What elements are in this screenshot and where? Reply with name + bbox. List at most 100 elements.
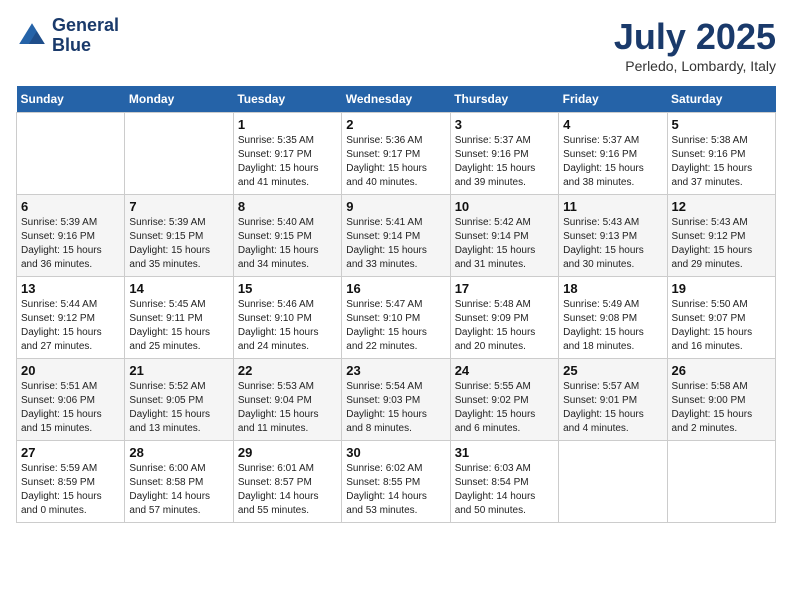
logo: General Blue bbox=[16, 16, 119, 56]
day-number: 31 bbox=[455, 445, 554, 460]
day-number: 14 bbox=[129, 281, 228, 296]
day-number: 28 bbox=[129, 445, 228, 460]
calendar-cell: 10Sunrise: 5:42 AM Sunset: 9:14 PM Dayli… bbox=[450, 195, 558, 277]
calendar-cell: 18Sunrise: 5:49 AM Sunset: 9:08 PM Dayli… bbox=[559, 277, 667, 359]
column-header-wednesday: Wednesday bbox=[342, 86, 450, 113]
day-number: 27 bbox=[21, 445, 120, 460]
week-row-5: 27 Sunrise: 5:59 AM Sunset: 8:59 PM Dayli… bbox=[17, 441, 776, 523]
day-info: Sunrise: 5:52 AM Sunset: 9:05 PM Dayligh… bbox=[129, 380, 228, 436]
day-number: 9 bbox=[346, 199, 445, 214]
calendar-cell: 14 Sunrise: 5:45 AM Sunset: 9:11 PM Dayli… bbox=[125, 277, 233, 359]
calendar-cell: 16 Sunrise: 5:47 AM Sunset: 9:10 PM Dayli… bbox=[342, 277, 450, 359]
day-number: 16 bbox=[346, 281, 445, 296]
calendar-cell: 23Sunrise: 5:54 AM Sunset: 9:03 PM Dayli… bbox=[342, 359, 450, 441]
day-number: 22 bbox=[238, 363, 337, 378]
month-title: July 2025 bbox=[614, 16, 776, 58]
day-number: 29 bbox=[238, 445, 337, 460]
day-number: 11 bbox=[563, 199, 662, 214]
column-header-tuesday: Tuesday bbox=[233, 86, 341, 113]
calendar-cell: 27 Sunrise: 5:59 AM Sunset: 8:59 PM Dayli… bbox=[17, 441, 125, 523]
calendar-cell: 17Sunrise: 5:48 AM Sunset: 9:09 PM Dayli… bbox=[450, 277, 558, 359]
calendar-cell bbox=[125, 113, 233, 195]
calendar-cell: 13Sunrise: 5:44 AM Sunset: 9:12 PM Dayli… bbox=[17, 277, 125, 359]
day-info: Sunrise: 5:38 AM Sunset: 9:16 PM Dayligh… bbox=[672, 134, 771, 190]
day-info: Sunrise: 5:50 AM Sunset: 9:07 PM Dayligh… bbox=[672, 298, 771, 354]
day-info: Sunrise: 5:45 AM Sunset: 9:11 PM Dayligh… bbox=[129, 298, 228, 354]
day-info: Sunrise: 5:58 AM Sunset: 9:00 PM Dayligh… bbox=[672, 380, 771, 436]
calendar-table: SundayMondayTuesdayWednesdayThursdayFrid… bbox=[16, 86, 776, 523]
week-row-1: 1 Sunrise: 5:35 AM Sunset: 9:17 PM Daylig… bbox=[17, 113, 776, 195]
day-info: Sunrise: 5:59 AM Sunset: 8:59 PM Dayligh… bbox=[21, 462, 120, 518]
day-number: 15 bbox=[238, 281, 337, 296]
calendar-cell: 29 Sunrise: 6:01 AM Sunset: 8:57 PM Dayli… bbox=[233, 441, 341, 523]
day-info: Sunrise: 5:35 AM Sunset: 9:17 PM Dayligh… bbox=[238, 134, 337, 190]
calendar-cell bbox=[17, 113, 125, 195]
day-number: 1 bbox=[238, 117, 337, 132]
week-row-4: 20Sunrise: 5:51 AM Sunset: 9:06 PM Dayli… bbox=[17, 359, 776, 441]
day-info: Sunrise: 5:51 AM Sunset: 9:06 PM Dayligh… bbox=[21, 380, 120, 436]
calendar-cell: 21 Sunrise: 5:52 AM Sunset: 9:05 PM Dayli… bbox=[125, 359, 233, 441]
day-number: 10 bbox=[455, 199, 554, 214]
calendar-cell: 26 Sunrise: 5:58 AM Sunset: 9:00 PM Dayli… bbox=[667, 359, 775, 441]
title-block: July 2025 Perledo, Lombardy, Italy bbox=[614, 16, 776, 74]
calendar-cell: 28 Sunrise: 6:00 AM Sunset: 8:58 PM Dayli… bbox=[125, 441, 233, 523]
day-number: 26 bbox=[672, 363, 771, 378]
calendar-cell: 11 Sunrise: 5:43 AM Sunset: 9:13 PM Dayli… bbox=[559, 195, 667, 277]
column-header-sunday: Sunday bbox=[17, 86, 125, 113]
calendar-cell: 31 Sunrise: 6:03 AM Sunset: 8:54 PM Dayli… bbox=[450, 441, 558, 523]
column-header-monday: Monday bbox=[125, 86, 233, 113]
week-row-2: 6 Sunrise: 5:39 AM Sunset: 9:16 PM Daylig… bbox=[17, 195, 776, 277]
calendar-cell: 30Sunrise: 6:02 AM Sunset: 8:55 PM Dayli… bbox=[342, 441, 450, 523]
week-row-3: 13Sunrise: 5:44 AM Sunset: 9:12 PM Dayli… bbox=[17, 277, 776, 359]
day-number: 4 bbox=[563, 117, 662, 132]
day-info: Sunrise: 5:39 AM Sunset: 9:15 PM Dayligh… bbox=[129, 216, 228, 272]
day-number: 12 bbox=[672, 199, 771, 214]
day-number: 30 bbox=[346, 445, 445, 460]
day-info: Sunrise: 5:37 AM Sunset: 9:16 PM Dayligh… bbox=[455, 134, 554, 190]
day-info: Sunrise: 6:01 AM Sunset: 8:57 PM Dayligh… bbox=[238, 462, 337, 518]
column-header-thursday: Thursday bbox=[450, 86, 558, 113]
calendar-cell: 7 Sunrise: 5:39 AM Sunset: 9:15 PM Daylig… bbox=[125, 195, 233, 277]
column-header-saturday: Saturday bbox=[667, 86, 775, 113]
day-number: 19 bbox=[672, 281, 771, 296]
day-number: 6 bbox=[21, 199, 120, 214]
calendar-cell: 24 Sunrise: 5:55 AM Sunset: 9:02 PM Dayli… bbox=[450, 359, 558, 441]
day-info: Sunrise: 5:57 AM Sunset: 9:01 PM Dayligh… bbox=[563, 380, 662, 436]
calendar-cell bbox=[559, 441, 667, 523]
day-info: Sunrise: 5:55 AM Sunset: 9:02 PM Dayligh… bbox=[455, 380, 554, 436]
day-number: 7 bbox=[129, 199, 228, 214]
day-info: Sunrise: 5:53 AM Sunset: 9:04 PM Dayligh… bbox=[238, 380, 337, 436]
day-info: Sunrise: 6:03 AM Sunset: 8:54 PM Dayligh… bbox=[455, 462, 554, 518]
column-header-friday: Friday bbox=[559, 86, 667, 113]
day-number: 24 bbox=[455, 363, 554, 378]
day-info: Sunrise: 5:36 AM Sunset: 9:17 PM Dayligh… bbox=[346, 134, 445, 190]
page-header: General Blue July 2025 Perledo, Lombardy… bbox=[16, 16, 776, 74]
day-number: 2 bbox=[346, 117, 445, 132]
day-number: 13 bbox=[21, 281, 120, 296]
calendar-cell: 12Sunrise: 5:43 AM Sunset: 9:12 PM Dayli… bbox=[667, 195, 775, 277]
day-number: 5 bbox=[672, 117, 771, 132]
day-info: Sunrise: 5:47 AM Sunset: 9:10 PM Dayligh… bbox=[346, 298, 445, 354]
logo-line1: General bbox=[52, 16, 119, 36]
calendar-cell: 4 Sunrise: 5:37 AM Sunset: 9:16 PM Daylig… bbox=[559, 113, 667, 195]
logo-text: General Blue bbox=[52, 16, 119, 56]
day-number: 25 bbox=[563, 363, 662, 378]
day-info: Sunrise: 5:37 AM Sunset: 9:16 PM Dayligh… bbox=[563, 134, 662, 190]
logo-line2: Blue bbox=[52, 36, 119, 56]
day-info: Sunrise: 5:46 AM Sunset: 9:10 PM Dayligh… bbox=[238, 298, 337, 354]
calendar-cell: 19 Sunrise: 5:50 AM Sunset: 9:07 PM Dayli… bbox=[667, 277, 775, 359]
day-info: Sunrise: 5:43 AM Sunset: 9:13 PM Dayligh… bbox=[563, 216, 662, 272]
day-info: Sunrise: 6:00 AM Sunset: 8:58 PM Dayligh… bbox=[129, 462, 228, 518]
calendar-cell: 1 Sunrise: 5:35 AM Sunset: 9:17 PM Daylig… bbox=[233, 113, 341, 195]
logo-icon bbox=[16, 20, 48, 52]
calendar-header-row: SundayMondayTuesdayWednesdayThursdayFrid… bbox=[17, 86, 776, 113]
location: Perledo, Lombardy, Italy bbox=[614, 58, 776, 74]
calendar-cell: 25 Sunrise: 5:57 AM Sunset: 9:01 PM Dayli… bbox=[559, 359, 667, 441]
calendar-cell: 20Sunrise: 5:51 AM Sunset: 9:06 PM Dayli… bbox=[17, 359, 125, 441]
calendar-cell: 2 Sunrise: 5:36 AM Sunset: 9:17 PM Daylig… bbox=[342, 113, 450, 195]
calendar-cell: 5 Sunrise: 5:38 AM Sunset: 9:16 PM Daylig… bbox=[667, 113, 775, 195]
calendar-cell bbox=[667, 441, 775, 523]
day-number: 21 bbox=[129, 363, 228, 378]
day-info: Sunrise: 5:49 AM Sunset: 9:08 PM Dayligh… bbox=[563, 298, 662, 354]
day-info: Sunrise: 5:39 AM Sunset: 9:16 PM Dayligh… bbox=[21, 216, 120, 272]
